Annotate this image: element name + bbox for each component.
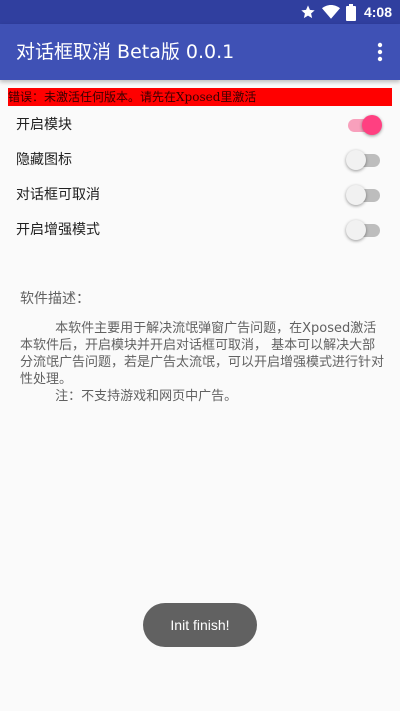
setting-label: 开启增强模式 bbox=[16, 222, 100, 238]
description-title: 软件描述： bbox=[20, 291, 90, 307]
status-icons: 4:08 bbox=[300, 0, 392, 24]
status-bar: 4:08 bbox=[0, 0, 400, 24]
enable-module-switch[interactable] bbox=[346, 113, 382, 137]
setting-label: 对话框可取消 bbox=[16, 187, 100, 203]
setting-row-hide-icon: 隐藏图标 bbox=[16, 145, 384, 175]
hide-icon-switch[interactable] bbox=[346, 148, 382, 172]
enhanced-mode-switch[interactable] bbox=[346, 218, 382, 242]
switch-thumb bbox=[362, 115, 382, 135]
description-note: 注：不支持游戏和网页中广告。 bbox=[55, 389, 238, 404]
description-paragraph: 本软件主要用于解决流氓弹窗广告问题，在Xposed激活本软件后，开启模块并开启对… bbox=[20, 321, 385, 387]
more-vert-icon bbox=[377, 42, 383, 62]
app-title: 对话框取消 Beta版 0.0.1 bbox=[16, 41, 235, 63]
switch-thumb bbox=[346, 220, 366, 240]
setting-label: 开启模块 bbox=[16, 117, 72, 133]
setting-row-enable-module: 开启模块 bbox=[16, 110, 384, 140]
dialog-cancelable-switch[interactable] bbox=[346, 183, 382, 207]
app-screen: 4:08 对话框取消 Beta版 0.0.1 错误：未激活任何版本。请先在Xpo… bbox=[0, 0, 400, 711]
switch-thumb bbox=[346, 185, 366, 205]
setting-label: 隐藏图标 bbox=[16, 152, 72, 168]
battery-icon bbox=[345, 3, 356, 21]
setting-row-dialog-cancelable: 对话框可取消 bbox=[16, 180, 384, 210]
description-body: 本软件主要用于解决流氓弹窗广告问题，在Xposed激活本软件后，开启模块并开启对… bbox=[20, 320, 384, 405]
toast-message: Init finish! bbox=[143, 603, 257, 647]
wifi-icon bbox=[321, 4, 340, 19]
switch-thumb bbox=[346, 150, 366, 170]
overflow-menu-button[interactable] bbox=[368, 32, 392, 72]
star-icon bbox=[301, 5, 315, 19]
setting-row-enhanced-mode: 开启增强模式 bbox=[16, 215, 384, 245]
error-banner: 错误：未激活任何版本。请先在Xposed里激活 bbox=[8, 88, 392, 106]
status-time: 4:08 bbox=[363, 4, 392, 20]
app-bar: 对话框取消 Beta版 0.0.1 bbox=[0, 24, 400, 80]
